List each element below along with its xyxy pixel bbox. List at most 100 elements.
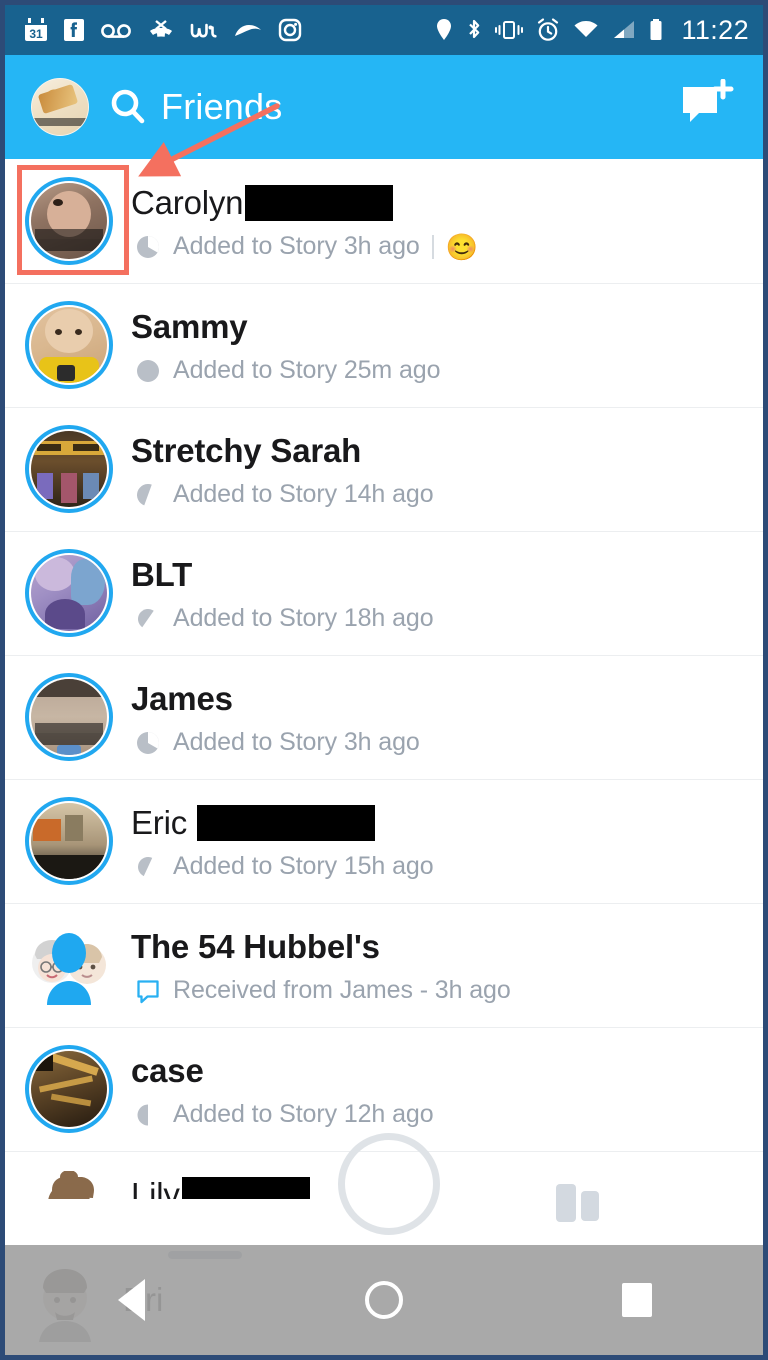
app-header: Friends xyxy=(5,55,763,159)
redaction-bar xyxy=(197,805,376,841)
facebook-icon xyxy=(64,19,84,41)
avatar[interactable] xyxy=(23,795,115,887)
story-pie-icon xyxy=(137,731,159,754)
bluetooth-icon xyxy=(469,19,480,39)
name-line: Eric xyxy=(131,801,763,845)
status-text: Added to Story 15h ago xyxy=(173,852,434,880)
status-text: Added to Story 3h ago xyxy=(173,728,420,756)
list-item-text: Lily Opened 19h ago xyxy=(131,1173,763,1199)
list-item[interactable]: BLT Added to Story 18h ago xyxy=(5,531,763,655)
status-bar-system-icons: 11:22 xyxy=(434,15,749,46)
avatar[interactable] xyxy=(23,547,115,639)
battery-icon xyxy=(650,19,662,40)
screenshot-frame: 31 11:22 Friends Carolyn Added to Story … xyxy=(0,0,768,1360)
capture-ring-icon[interactable] xyxy=(338,1133,440,1235)
story-pie-icon xyxy=(137,1104,148,1125)
list-item-text: Stretchy Sarah Added to Story 14h ago xyxy=(131,429,763,509)
avatar-image xyxy=(31,307,107,383)
page-title: Friends xyxy=(161,86,283,127)
redaction-bar xyxy=(181,1177,310,1199)
status-text: Added to Story 12h ago xyxy=(173,1100,434,1128)
avatar-image xyxy=(31,1051,107,1127)
avatar-image xyxy=(31,679,107,755)
avatar[interactable] xyxy=(23,299,115,391)
stories-card-left xyxy=(556,1184,576,1222)
avatar[interactable] xyxy=(23,423,115,515)
calendar-31-icon: 31 xyxy=(25,18,47,41)
status-line: Added to Story 3h ago xyxy=(131,728,763,757)
status-line: Added to Story 15h ago xyxy=(131,852,763,881)
chat-bubble-icon xyxy=(137,979,159,1003)
instagram-icon xyxy=(278,18,302,42)
bitmoji-avatar xyxy=(48,1171,94,1199)
back-button[interactable] xyxy=(71,1279,191,1321)
redaction-bar xyxy=(245,185,394,221)
story-pie-icon xyxy=(137,483,152,505)
list-item-text: BLT Added to Story 18h ago xyxy=(131,553,763,633)
status-bar-clock: 11:22 xyxy=(681,14,749,45)
alarm-clock-icon xyxy=(538,18,559,41)
voicemail-icon xyxy=(101,24,131,38)
list-item[interactable]: Eric Added to Story 15h ago xyxy=(5,779,763,903)
back-triangle-icon xyxy=(117,1279,145,1321)
avatar-image xyxy=(31,431,107,507)
avatar[interactable] xyxy=(23,1043,115,1135)
friend-name: Lily xyxy=(131,1176,180,1199)
location-pin-icon xyxy=(437,19,452,40)
vibrate-icon xyxy=(495,21,524,39)
name-line: Stretchy Sarah xyxy=(131,429,763,473)
friends-list[interactable]: Carolyn Added to Story 3h ago 😊 Sammy Ad… xyxy=(5,159,763,1199)
status-line: Added to Story 14h ago xyxy=(131,480,763,509)
phone-screen: 31 11:22 Friends Carolyn Added to Story … xyxy=(5,5,763,1355)
list-item[interactable]: James Added to Story 3h ago xyxy=(5,655,763,779)
home-circle-icon xyxy=(364,1281,403,1319)
story-pie-icon xyxy=(138,856,153,876)
stories-cards-icon[interactable] xyxy=(556,1184,599,1222)
list-item[interactable]: Stretchy Sarah Added to Story 14h ago xyxy=(5,407,763,531)
wifi-icon xyxy=(574,21,598,37)
friend-name: Carolyn xyxy=(131,184,244,221)
status-text: Added to Story 14h ago xyxy=(173,480,434,508)
status-bar-notification-icons: 31 xyxy=(23,17,434,43)
name-line: Carolyn xyxy=(131,181,763,225)
list-item-text: The 54 Hubbel's Received from James - 3h… xyxy=(131,925,763,1005)
recents-square-icon xyxy=(621,1283,652,1317)
status-divider xyxy=(431,234,434,259)
name-line: James xyxy=(131,677,763,721)
home-button[interactable] xyxy=(324,1281,444,1319)
status-line: Added to Story 25m ago xyxy=(131,356,763,385)
name-line: Lily xyxy=(131,1173,763,1199)
avatar-image xyxy=(31,555,107,631)
story-pie-icon xyxy=(137,235,159,258)
avatar[interactable] xyxy=(23,671,115,763)
friend-name: Stretchy Sarah xyxy=(131,432,362,469)
status-text: Added to Story 3h ago xyxy=(173,232,420,260)
story-pie-icon xyxy=(138,608,154,627)
missed-call-icon xyxy=(150,20,172,37)
avatar[interactable] xyxy=(23,919,115,1011)
friend-name: The 54 Hubbel's xyxy=(131,928,380,965)
friend-name: BLT xyxy=(131,556,193,593)
annotation-highlight-box xyxy=(17,165,129,275)
name-line: Sammy xyxy=(131,305,763,349)
list-item[interactable]: Sammy Added to Story 25m ago xyxy=(5,283,763,407)
status-line: Received from James - 3h ago xyxy=(131,976,763,1005)
list-item-text: James Added to Story 3h ago xyxy=(131,677,763,757)
story-pie-icon xyxy=(137,359,159,382)
recents-button[interactable] xyxy=(577,1283,697,1317)
list-item[interactable]: The 54 Hubbel's Received from James - 3h… xyxy=(5,903,763,1027)
stories-card-right xyxy=(581,1191,599,1221)
status-text: Added to Story 18h ago xyxy=(173,604,434,632)
list-item-text: Carolyn Added to Story 3h ago 😊 xyxy=(131,181,763,261)
list-item-text: Eric Added to Story 15h ago xyxy=(131,801,763,881)
avatar[interactable] xyxy=(23,1167,115,1199)
status-text: Received from James - 3h ago xyxy=(173,976,511,1004)
friend-name: Sammy xyxy=(131,308,248,345)
svg-text:31: 31 xyxy=(29,27,43,41)
new-chat-icon[interactable] xyxy=(677,79,735,135)
search-icon[interactable] xyxy=(107,86,149,128)
friend-name: Eric xyxy=(131,804,188,841)
status-text: Added to Story 25m ago xyxy=(173,356,441,384)
cell-signal-icon xyxy=(614,21,635,38)
profile-avatar[interactable] xyxy=(31,78,89,136)
